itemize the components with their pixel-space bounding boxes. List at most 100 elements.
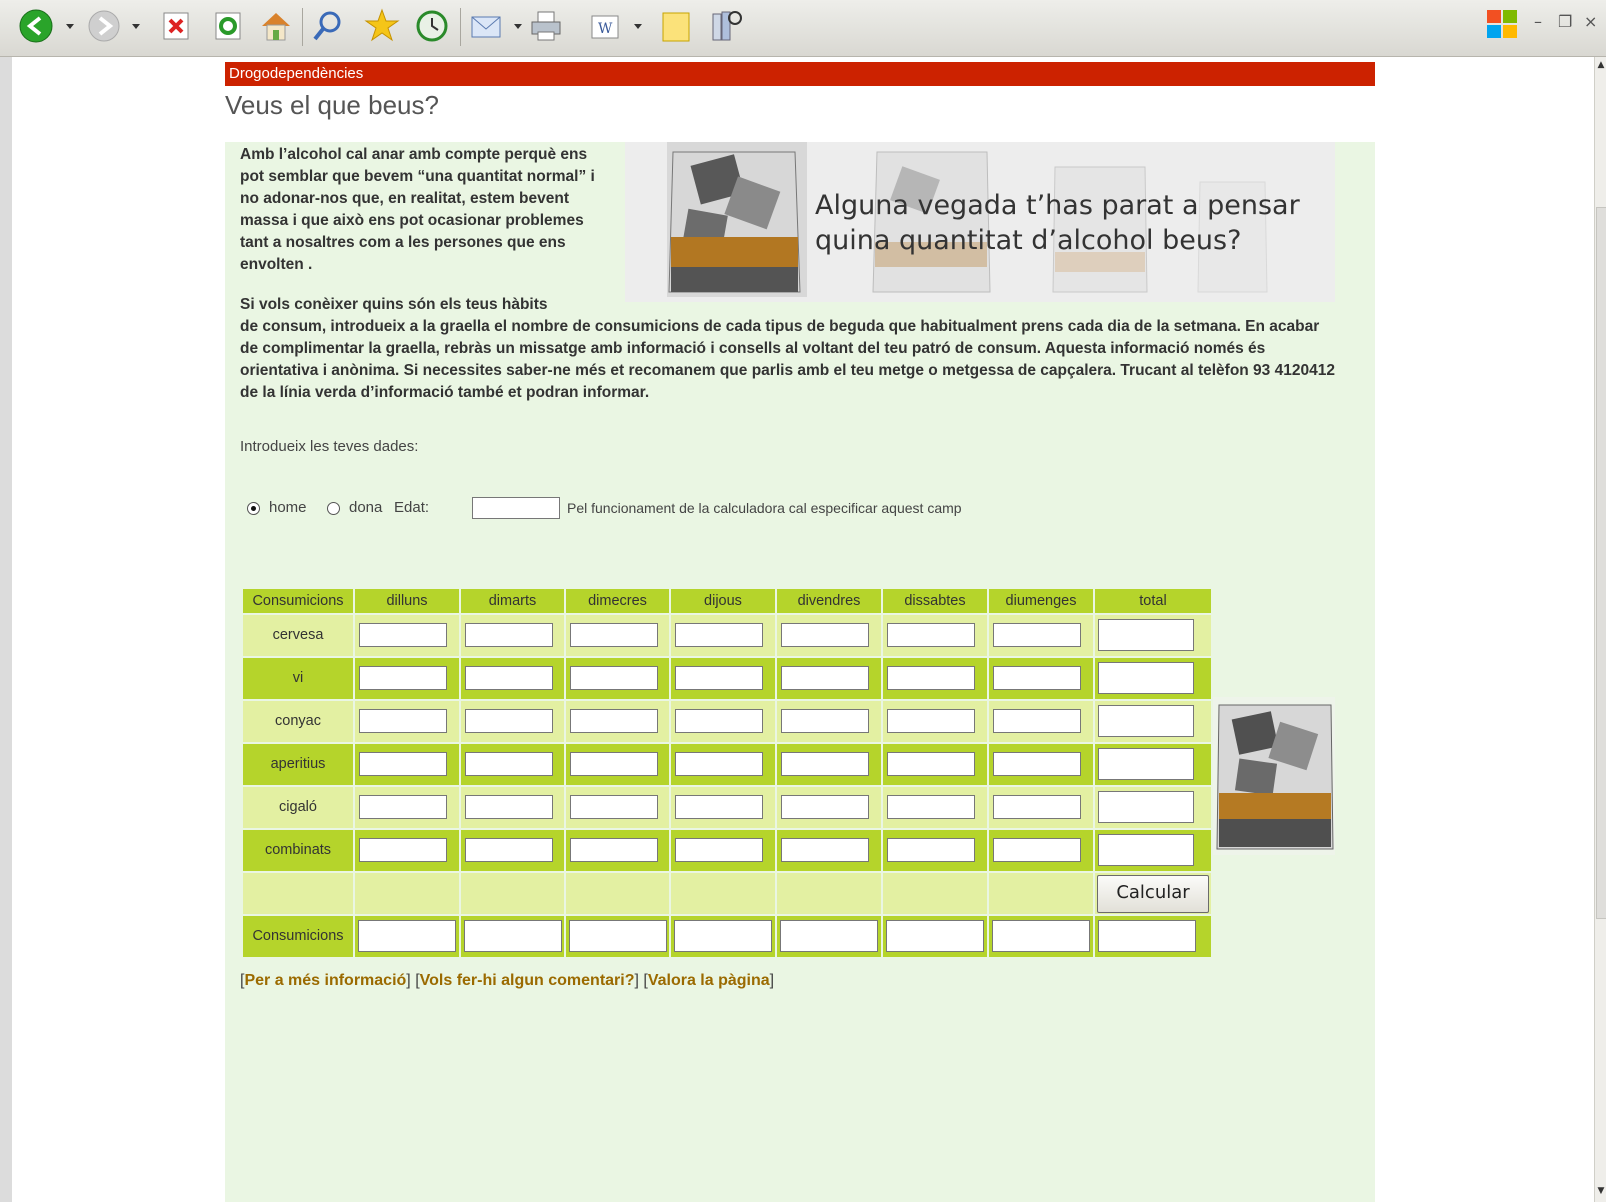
consumption-input[interactable] [570,752,658,776]
consumption-input[interactable] [465,752,553,776]
consumption-input[interactable] [887,838,975,862]
consumption-input[interactable] [993,709,1081,733]
consumption-input[interactable] [887,709,975,733]
consumption-input[interactable] [993,752,1081,776]
consumption-input[interactable] [359,709,447,733]
consumption-input[interactable] [570,795,658,819]
calculate-button[interactable]: Calcular [1097,875,1209,913]
mail-icon[interactable] [468,8,504,44]
consumption-input[interactable] [359,666,447,690]
consumption-input[interactable] [993,838,1081,862]
scroll-down-icon[interactable]: ▼ [1595,1185,1606,1197]
favorites-icon[interactable] [364,8,400,44]
consumption-input[interactable] [993,795,1081,819]
edit-dropdown-icon[interactable] [634,24,642,29]
back-icon[interactable] [18,8,54,44]
vertical-scrollbar[interactable]: ▲ ▼ [1594,57,1606,1202]
search-icon[interactable] [310,8,346,44]
consumption-input[interactable] [887,623,975,647]
result-input[interactable] [674,920,772,952]
consumption-input[interactable] [993,666,1081,690]
consumption-input[interactable] [465,623,553,647]
result-input[interactable] [1098,920,1196,952]
grid-cell [671,830,775,871]
mail-dropdown-icon[interactable] [514,24,522,29]
back-dropdown-icon[interactable] [66,24,74,29]
consumption-input[interactable] [570,623,658,647]
grid-cell [355,830,459,871]
grid-row-2: conyac [243,701,1213,742]
consumption-input[interactable] [675,795,763,819]
consumption-input[interactable] [781,795,869,819]
result-input[interactable] [464,920,562,952]
total-input[interactable] [1098,748,1194,780]
grid-cell [566,658,669,699]
consumption-input[interactable] [359,623,447,647]
consumption-input[interactable] [887,666,975,690]
total-input[interactable] [1098,791,1194,823]
comment-link[interactable]: Vols fer-hi algun comentari? [420,972,635,989]
consumption-input[interactable] [570,709,658,733]
print-icon[interactable] [528,8,564,44]
radio-home[interactable] [247,502,260,515]
grid-cell-empty [243,873,353,914]
consumption-input[interactable] [781,752,869,776]
scroll-up-icon[interactable]: ▲ [1595,59,1606,71]
consumption-input[interactable] [465,666,553,690]
consumption-input[interactable] [465,795,553,819]
close-icon[interactable]: × [1584,12,1597,31]
consumption-input[interactable] [570,838,658,862]
consumption-input[interactable] [675,752,763,776]
consumption-input[interactable] [887,795,975,819]
grid-cell-empty [671,873,775,914]
total-input[interactable] [1098,662,1194,694]
consumption-input[interactable] [781,666,869,690]
forward-icon[interactable] [86,8,122,44]
total-input[interactable] [1098,834,1194,866]
consumption-input[interactable] [359,752,447,776]
consumption-input[interactable] [570,666,658,690]
consumption-input[interactable] [781,838,869,862]
research-icon[interactable] [708,8,744,44]
consumption-input[interactable] [675,623,763,647]
grid-calc-row: Calcular [243,873,1213,914]
scroll-thumb[interactable] [1596,207,1606,919]
consumption-input[interactable] [675,709,763,733]
restore-icon[interactable]: ❐ [1558,12,1572,31]
forward-dropdown-icon[interactable] [132,24,140,29]
result-input[interactable] [358,920,456,952]
stop-icon[interactable] [158,8,194,44]
consumption-input[interactable] [781,709,869,733]
consumption-input[interactable] [887,752,975,776]
edit-word-icon[interactable]: W [588,8,624,44]
windows-logo-icon [1484,6,1520,42]
grid-row-4: cigaló [243,787,1213,828]
total-input[interactable] [1098,705,1194,737]
consumption-input[interactable] [781,623,869,647]
result-input[interactable] [886,920,984,952]
consumption-input[interactable] [465,709,553,733]
age-input[interactable] [472,497,560,519]
result-input[interactable] [780,920,878,952]
minimize-icon[interactable]: – [1534,12,1542,31]
consumption-input[interactable] [359,795,447,819]
total-input[interactable] [1098,619,1194,651]
consumption-input[interactable] [359,838,447,862]
refresh-icon[interactable] [210,8,246,44]
home-icon[interactable] [258,8,294,44]
radio-dona[interactable] [327,502,340,515]
grid-cell [777,615,881,656]
grid-cell [566,787,669,828]
consumption-input[interactable] [993,623,1081,647]
result-input[interactable] [569,920,667,952]
history-icon[interactable] [414,8,450,44]
grid-total-cell [1095,615,1211,656]
consumption-input[interactable] [465,838,553,862]
rate-page-link[interactable]: Valora la pàgina [648,972,770,989]
consumption-input[interactable] [675,838,763,862]
notes-icon[interactable] [658,8,694,44]
more-info-link[interactable]: Per a més informació [244,972,406,989]
result-input[interactable] [992,920,1090,952]
consumption-input[interactable] [675,666,763,690]
grid-result-row: Consumicions [243,916,1213,957]
